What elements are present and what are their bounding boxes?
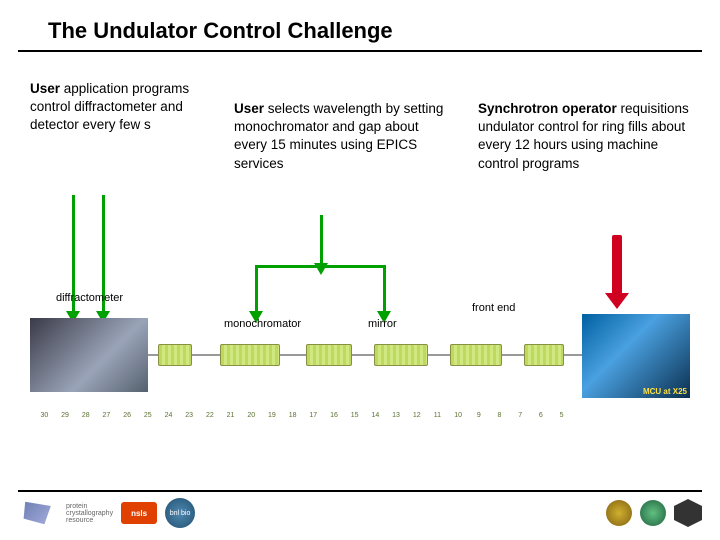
photo-diffractometer <box>30 318 148 392</box>
logo-hex-icon <box>674 499 702 527</box>
scale-tick: 21 <box>220 412 241 430</box>
arrow-red-icon <box>612 235 622 295</box>
scale-tick: 27 <box>96 412 117 430</box>
arrow-layer <box>0 195 720 325</box>
column2-bold: User <box>234 101 264 116</box>
beamline-module <box>374 344 428 366</box>
arrow-green-icon <box>383 265 386 313</box>
scale-tick: 26 <box>117 412 138 430</box>
column3-bold: Synchrotron operator <box>478 101 617 116</box>
scale-tick: 8 <box>489 412 510 430</box>
logo-pxrr-icon <box>18 499 58 527</box>
beamline-schematic <box>148 336 582 380</box>
arrow-stem <box>320 215 323 265</box>
scale-tick: 30 <box>34 412 55 430</box>
beamline-module <box>158 344 192 366</box>
beamline-module <box>306 344 352 366</box>
scale-tick: 29 <box>55 412 76 430</box>
scale-tick: 13 <box>386 412 407 430</box>
photo-undulator: MCU at X25 <box>582 314 690 398</box>
scale-ruler: 3029282726252423222120191817161514131211… <box>30 412 690 430</box>
description-columns: User application programs control diffra… <box>0 52 720 173</box>
scale-tick: 18 <box>282 412 303 430</box>
beamline-track <box>148 354 582 356</box>
footer-logos-right <box>606 499 702 527</box>
column2-text: selects wavelength by setting monochroma… <box>234 101 443 171</box>
logo-nsls-icon: nsls <box>121 502 157 524</box>
scale-tick: 25 <box>137 412 158 430</box>
pxrr-line: crystallography <box>66 510 113 517</box>
scale-tick: 12 <box>406 412 427 430</box>
scale-tick: 7 <box>510 412 531 430</box>
page-title: The Undulator Control Challenge <box>48 18 672 44</box>
scale-tick: 9 <box>468 412 489 430</box>
arrow-green-icon <box>255 265 258 313</box>
column-user-select: User selects wavelength by setting monoc… <box>234 100 454 173</box>
pxrr-line: protein <box>66 503 113 510</box>
scale-tick: 24 <box>158 412 179 430</box>
column-operator: Synchrotron operator requisitions undula… <box>478 100 698 173</box>
beamline-module <box>524 344 564 366</box>
beamline-module <box>450 344 502 366</box>
scale-tick: 20 <box>241 412 262 430</box>
beamline-module <box>220 344 280 366</box>
scale-tick: 11 <box>427 412 448 430</box>
column-user-app: User application programs control diffra… <box>30 80 210 173</box>
scale-tick: 23 <box>179 412 200 430</box>
title-bar: The Undulator Control Challenge <box>18 0 702 52</box>
scale-tick: 15 <box>344 412 365 430</box>
scale-tick: 5 <box>551 412 572 430</box>
scale-tick: 16 <box>324 412 345 430</box>
beamline-diagram: MCU at X25 30292827262524232221201918171… <box>30 318 690 424</box>
label-front-end: front end <box>472 302 515 314</box>
photo-caption: MCU at X25 <box>640 385 690 398</box>
scale-tick: 28 <box>75 412 96 430</box>
logo-globe-icon <box>640 500 666 526</box>
scale-tick: 10 <box>448 412 469 430</box>
scale-tick: 19 <box>262 412 283 430</box>
scale-tick: 6 <box>531 412 552 430</box>
logo-bnl-icon: bnl bio <box>165 498 195 528</box>
arrow-connector <box>255 265 385 268</box>
pxrr-line: resource <box>66 517 113 524</box>
footer-logos-left: protein crystallography resource nsls bn… <box>18 498 195 528</box>
scale-tick: 22 <box>200 412 221 430</box>
label-diffractometer: diffractometer <box>56 292 123 304</box>
footer: protein crystallography resource nsls bn… <box>18 490 702 528</box>
logo-seal-icon <box>606 500 632 526</box>
logo-pxrr-text: protein crystallography resource <box>66 503 113 524</box>
column1-bold: User <box>30 81 60 96</box>
scale-tick: 14 <box>365 412 386 430</box>
scale-tick: 17 <box>303 412 324 430</box>
